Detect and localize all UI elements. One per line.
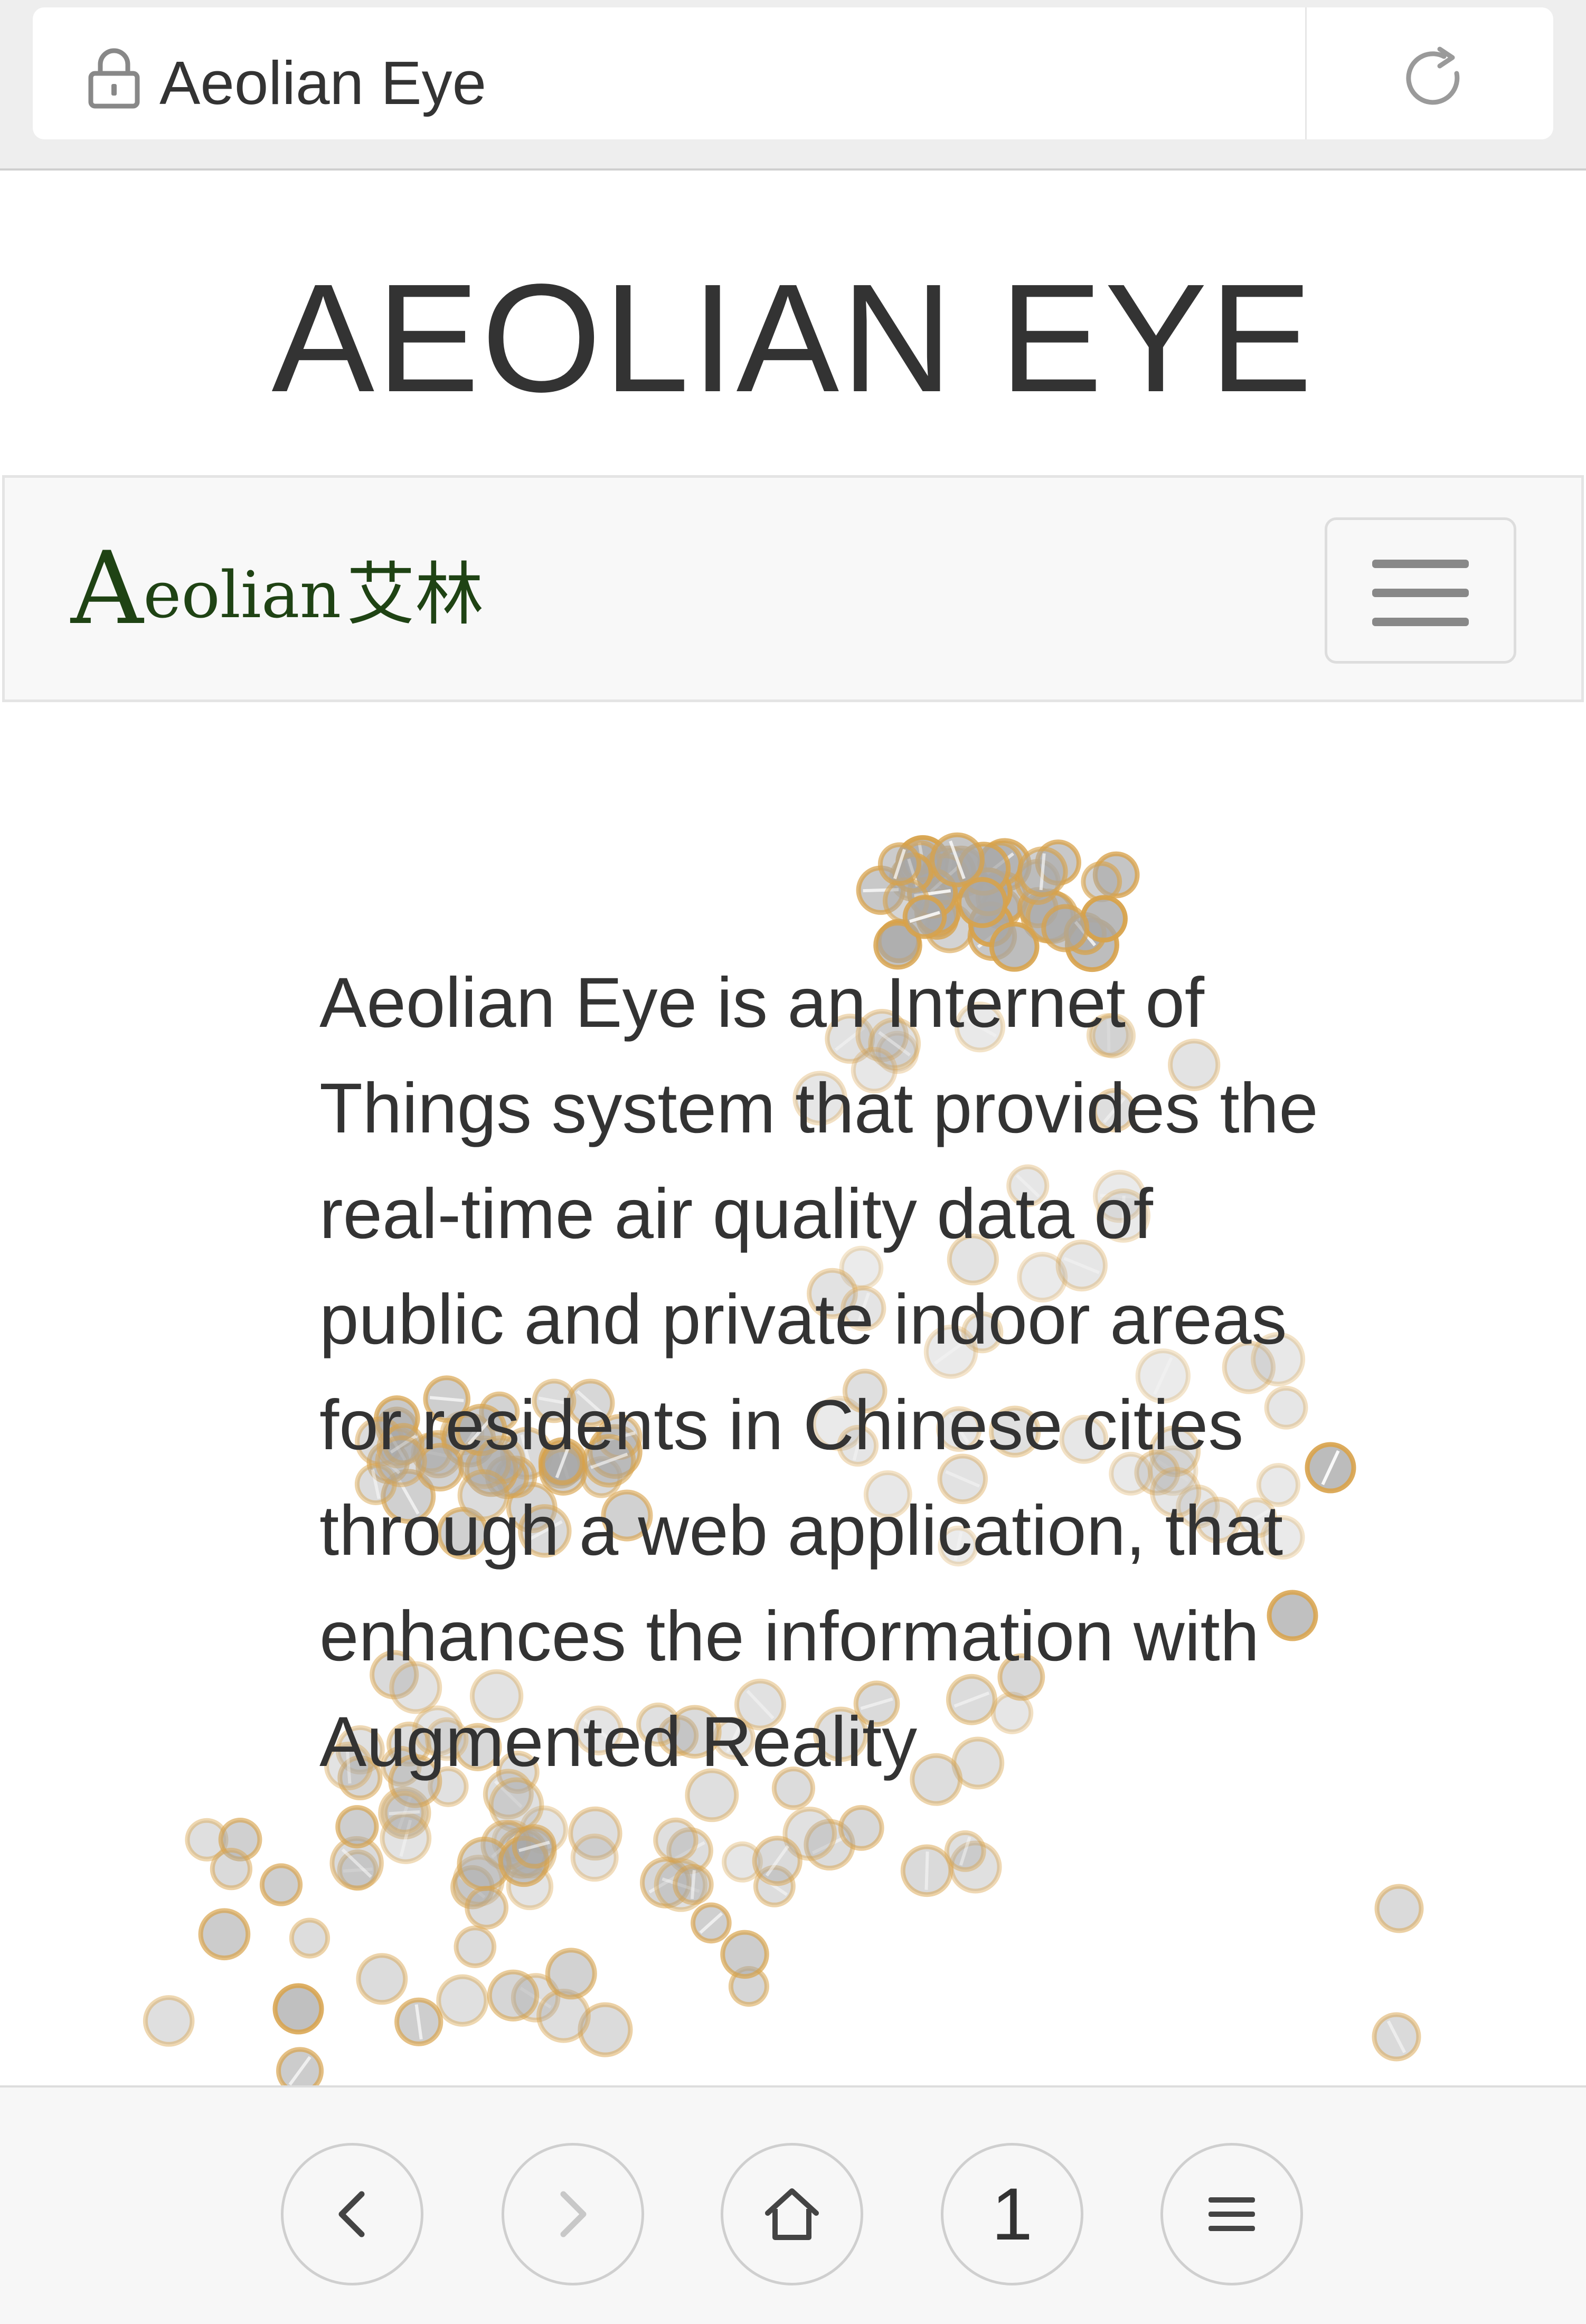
address-bar-divider xyxy=(1305,7,1307,139)
page-title: Aeolian Eye xyxy=(159,49,487,117)
navbar-toggle-button[interactable] xyxy=(1325,517,1516,664)
intro-text: Aeolian Eye is an Internet of Things sys… xyxy=(319,963,1318,1781)
particle-dot xyxy=(335,1805,379,1849)
address-bar[interactable]: Aeolian Eye xyxy=(33,7,1553,139)
hamburger-menu-icon xyxy=(1209,2197,1255,2231)
address-bar-area: Aeolian Eye xyxy=(0,0,1586,171)
particle-streak xyxy=(690,1870,696,1900)
particle-dot xyxy=(1080,895,1128,943)
brand-logo[interactable]: Aeolian 艾林 xyxy=(71,539,484,639)
particle-dot xyxy=(272,1983,324,2035)
particle-dot xyxy=(198,1908,251,1961)
main-content: Aeolian Eye is an Internet of Things sys… xyxy=(0,702,1586,2085)
site-heading: AEOLIAN EYE xyxy=(271,252,1315,424)
particle-dot xyxy=(436,1974,489,2027)
chevron-left-icon xyxy=(338,2191,365,2237)
particle-dot xyxy=(1374,1884,1424,1933)
home-icon xyxy=(765,2188,819,2240)
forward-button[interactable] xyxy=(502,2143,644,2285)
hamburger-bar xyxy=(1372,589,1469,597)
particle-streak xyxy=(389,1810,420,1816)
browser-menu-button[interactable] xyxy=(1160,2143,1303,2285)
particle-dot xyxy=(259,1863,303,1906)
particle-dot xyxy=(720,1930,769,1979)
particle-dot xyxy=(957,877,1008,928)
navbar: Aeolian 艾林 xyxy=(2,475,1584,702)
particle-dot xyxy=(838,1805,884,1851)
chevron-right-icon xyxy=(560,2191,587,2237)
particle-dot xyxy=(487,1969,540,2021)
hamburger-bar xyxy=(1372,560,1469,568)
back-button[interactable] xyxy=(281,2143,423,2285)
particle-dot xyxy=(356,1953,408,2005)
particle-dot xyxy=(545,1948,597,2000)
particle-dot xyxy=(276,2047,324,2085)
lock-icon xyxy=(88,48,140,109)
particle-dot xyxy=(536,1988,591,2043)
home-button[interactable] xyxy=(721,2143,863,2285)
particle-dot xyxy=(143,1995,195,2047)
browser-toolbar: 1 xyxy=(0,2085,1586,2324)
hamburger-bar xyxy=(1372,618,1469,626)
particle-dot xyxy=(1041,904,1090,952)
tabs-button[interactable]: 1 xyxy=(941,2143,1083,2285)
particle-dot xyxy=(570,1834,619,1882)
particle-dot xyxy=(454,1925,497,1968)
particle-streak xyxy=(924,1851,929,1890)
tab-count: 1 xyxy=(992,2172,1033,2255)
particle-dot xyxy=(289,1917,331,1959)
particle-dot xyxy=(1081,861,1122,902)
particle-dot xyxy=(653,1817,698,1863)
particle-dot xyxy=(210,1847,253,1891)
particle-dot xyxy=(465,1886,509,1930)
reload-icon[interactable] xyxy=(1398,42,1469,113)
